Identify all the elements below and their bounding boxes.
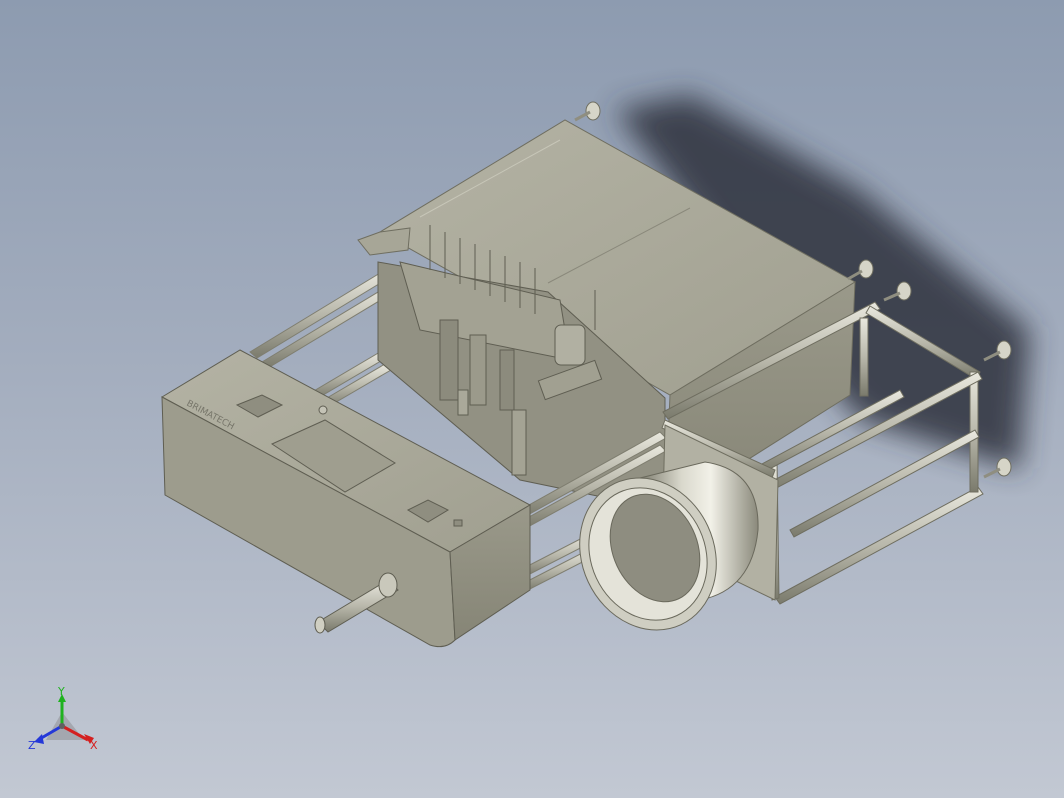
orientation-triad[interactable]: Y X Z <box>26 682 106 758</box>
cad-model-view[interactable]: BRIMATECH <box>0 0 1064 798</box>
cad-viewport[interactable]: BRIMATECH Y X Z <box>0 0 1064 798</box>
triad-y-label: Y <box>58 685 65 698</box>
triad-x-label: X <box>90 739 98 752</box>
triad-z-label: Z <box>28 739 36 752</box>
